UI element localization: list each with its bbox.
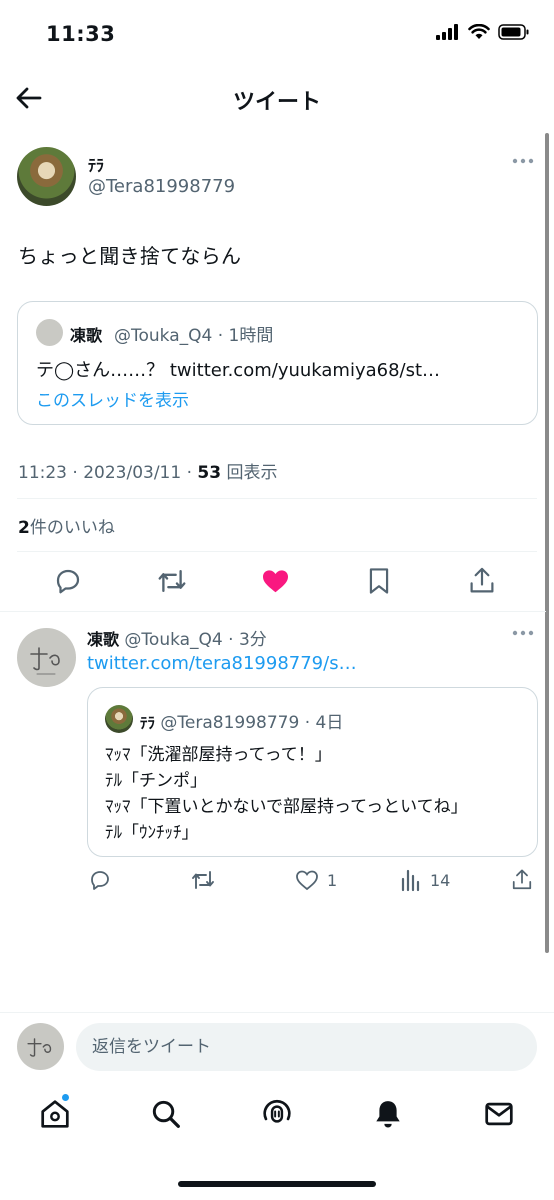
bell-icon (376, 1101, 400, 1128)
bookmark-button[interactable] (365, 566, 393, 596)
wifi-icon (468, 24, 490, 39)
reply-views-button[interactable]: 14 (400, 868, 450, 892)
reply-button[interactable] (53, 566, 83, 596)
show-thread-link[interactable]: このスレッドを表示 (36, 386, 189, 411)
retweet-button[interactable] (156, 566, 188, 596)
search-icon (152, 1100, 180, 1128)
retweet-icon (192, 871, 214, 889)
reply-author-name[interactable]: 凍歌 (87, 630, 119, 649)
quoted-author-name: ﾃﾗ (140, 714, 156, 732)
like-count: 1 (327, 870, 338, 890)
quoted-text-line: ﾏｯﾏ「洗濯部屋持ってって！」 (105, 745, 332, 765)
share-icon (470, 567, 494, 593)
signal-icon (436, 24, 458, 40)
compose-avatar (17, 1023, 64, 1070)
more-icon (512, 630, 534, 636)
divider (0, 611, 546, 612)
reply-link[interactable]: twitter.com/tera81998779/s… (87, 653, 357, 674)
like-button[interactable] (260, 566, 291, 596)
nav-spaces[interactable] (261, 1098, 293, 1130)
likes-label: 件のいいね (29, 518, 115, 538)
share-icon (512, 869, 532, 890)
quoted-text-line: ﾏｯﾏ「下置いとかないで部屋持ってっといてね」 (105, 797, 468, 817)
heart-icon (296, 870, 318, 891)
reply-compose-input[interactable] (76, 1023, 537, 1071)
avatar[interactable] (17, 147, 76, 206)
quoted-text-line: ﾃﾙ「ｳﾝﾁｯﾁ」 (105, 823, 199, 843)
reply-like-button[interactable]: 1 (295, 868, 337, 892)
home-indicator (178, 1181, 376, 1187)
heart-filled-icon (263, 570, 288, 593)
quoted-text: テ◯さん……？ twitter.com/yuukamiya68/st… (36, 360, 441, 381)
likes-count: 2 (18, 518, 30, 538)
avatar-scribble (27, 1038, 52, 1057)
divider (0, 1012, 554, 1013)
mail-icon (485, 1102, 513, 1126)
tweet-text: ちょっと聞き捨てならん (18, 244, 242, 268)
nav-messages[interactable] (483, 1098, 515, 1130)
reply-reply-button[interactable] (88, 868, 112, 892)
divider (17, 551, 537, 552)
reply-meta[interactable]: @Touka_Q4 · 3分 (124, 630, 266, 650)
quoted-header: ﾃﾗ @Tera81998779 · 4日 (140, 708, 343, 733)
views-count[interactable]: 53 (197, 463, 221, 483)
quoted-avatar (105, 705, 133, 733)
reply-avatar[interactable] (17, 628, 76, 687)
bookmark-icon (369, 568, 389, 594)
spaces-icon (263, 1099, 291, 1123)
quoted-tweet-card[interactable]: 凍歌 @Touka_Q4 · 1時間 テ◯さん……？ twitter.com/y… (17, 301, 538, 425)
author-name[interactable]: ﾃﾗ (88, 152, 104, 176)
back-button[interactable] (14, 84, 46, 112)
more-button[interactable] (512, 158, 534, 164)
views-count: 14 (430, 870, 451, 890)
reply-quoted-tweet-card[interactable]: ﾃﾗ @Tera81998779 · 4日 ﾏｯﾏ「洗濯部屋持ってって！」 ﾃﾙ… (87, 687, 538, 857)
divider (17, 498, 537, 499)
reply-more-button[interactable] (512, 630, 534, 636)
scrollbar[interactable] (545, 133, 549, 953)
quoted-meta: @Touka_Q4 · 1時間 (114, 326, 274, 346)
avatar-scribble (30, 647, 60, 675)
nav-search[interactable] (150, 1098, 182, 1130)
quoted-text-line: ﾃﾙ「チンポ」 (105, 771, 207, 791)
home-notification-dot (61, 1093, 70, 1102)
quoted-avatar (36, 319, 63, 346)
quoted-author-name: 凍歌 (70, 326, 103, 345)
quoted-meta: @Tera81998779 · 4日 (160, 713, 344, 733)
status-time: 11:33 (46, 22, 116, 46)
retweet-icon (158, 569, 186, 593)
reply-icon (56, 569, 80, 594)
tweet-timestamp: 11:23 · 2023/03/11 · 53 回表示 (18, 458, 277, 483)
views-label: 回表示 (226, 463, 278, 483)
status-icons (436, 24, 530, 40)
author-handle[interactable]: @Tera81998779 (88, 176, 235, 197)
nav-home[interactable] (39, 1098, 71, 1130)
reply-retweet-button[interactable] (190, 868, 216, 892)
page-title: ツイート (232, 90, 321, 115)
likes-summary[interactable]: 2件のいいね (18, 513, 115, 538)
reply-share-button[interactable] (511, 868, 533, 892)
reply-header[interactable]: 凍歌 @Touka_Q4 · 3分 (87, 625, 267, 650)
home-icon (41, 1100, 69, 1128)
nav-notifications[interactable] (372, 1098, 404, 1130)
back-arrow-icon (16, 87, 42, 109)
share-button[interactable] (468, 566, 496, 596)
timestamp-text: 11:23 · 2023/03/11 · (18, 463, 198, 483)
analytics-icon (401, 869, 420, 892)
more-icon (512, 158, 534, 164)
battery-icon (498, 24, 529, 40)
reply-icon (91, 871, 109, 890)
